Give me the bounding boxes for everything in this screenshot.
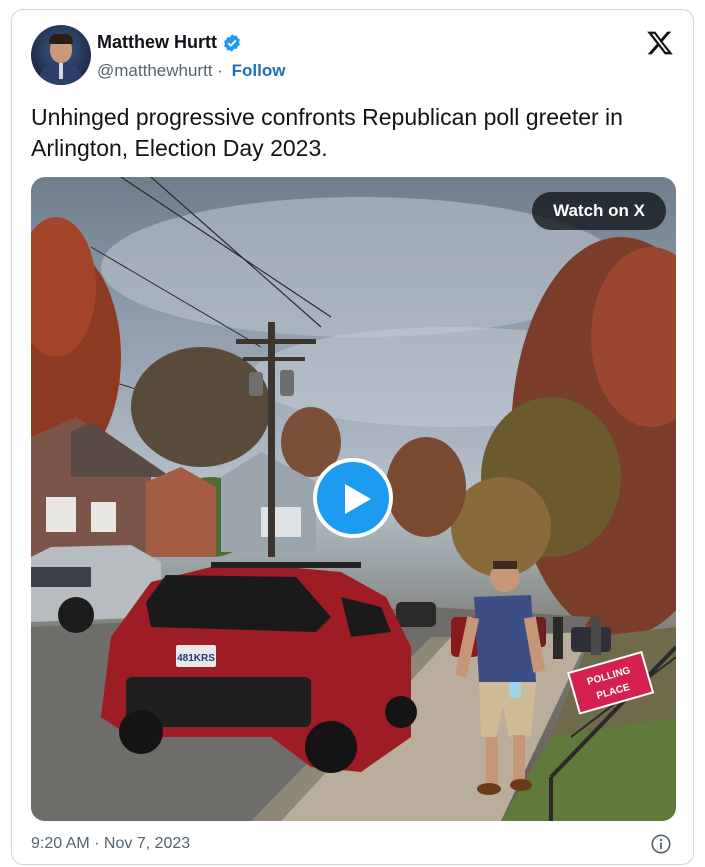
author-name[interactable]: Matthew Hurtt [97, 32, 217, 53]
play-button[interactable] [313, 458, 393, 538]
x-logo-icon[interactable] [646, 29, 674, 57]
watch-on-x-button[interactable]: Watch on X [532, 192, 666, 230]
tweet-card: Matthew Hurtt @matthewhurtt · Follow Unh… [11, 9, 694, 865]
author-handle[interactable]: @matthewhurtt [97, 61, 213, 81]
verified-badge-icon [224, 33, 240, 52]
tweet-timestamp[interactable]: 9:20 AM · Nov 7, 2023 [31, 835, 190, 853]
tweet-text: Unhinged progressive confronts Republica… [31, 104, 623, 161]
avatar-tie [59, 63, 63, 79]
avatar-hair [49, 34, 73, 44]
avatar[interactable] [31, 25, 91, 85]
follow-button[interactable]: Follow [232, 61, 286, 81]
author-name-row: Matthew Hurtt [97, 32, 242, 53]
info-icon[interactable] [650, 833, 672, 855]
play-icon [345, 484, 371, 514]
license-plate: 481KRS [177, 653, 215, 664]
author-handle-row: @matthewhurtt · Follow [97, 61, 285, 81]
video-player[interactable]: 481KRS POLLING PLACE Watch on X [31, 177, 676, 821]
handle-separator: · [212, 61, 228, 80]
